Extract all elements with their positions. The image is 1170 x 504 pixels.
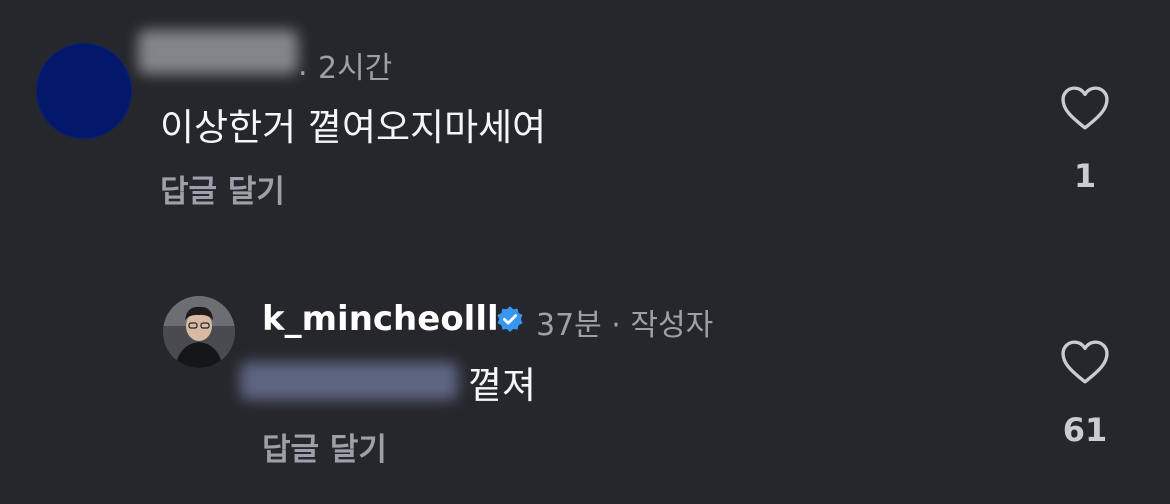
- heart-icon: [1061, 86, 1109, 130]
- comment-time: 2시간: [318, 51, 393, 86]
- like-count: 61: [1062, 411, 1108, 449]
- redacted-mention: [240, 362, 458, 400]
- reply-button[interactable]: 답글 달기: [160, 166, 285, 211]
- verified-badge: [495, 305, 525, 339]
- reply-username[interactable]: k_mincheolll: [262, 299, 499, 339]
- avatar[interactable]: [36, 43, 132, 139]
- reply-time-author: 37분 · 작성자: [536, 308, 714, 343]
- separator-dot: .: [298, 48, 308, 83]
- verified-badge-icon: [497, 306, 523, 332]
- comment-text: 이상한거 꼍여오지마세여: [160, 106, 547, 149]
- redacted-username: [138, 30, 298, 74]
- like-button[interactable]: [1059, 339, 1111, 389]
- reply-avatar[interactable]: [163, 296, 235, 368]
- heart-icon: [1061, 340, 1109, 384]
- like-count: 1: [1073, 157, 1097, 195]
- like-button[interactable]: [1059, 85, 1111, 135]
- reply-text: 꼍져: [468, 364, 537, 407]
- reply-button[interactable]: 답글 달기: [262, 424, 387, 469]
- person-avatar-icon: [163, 296, 235, 368]
